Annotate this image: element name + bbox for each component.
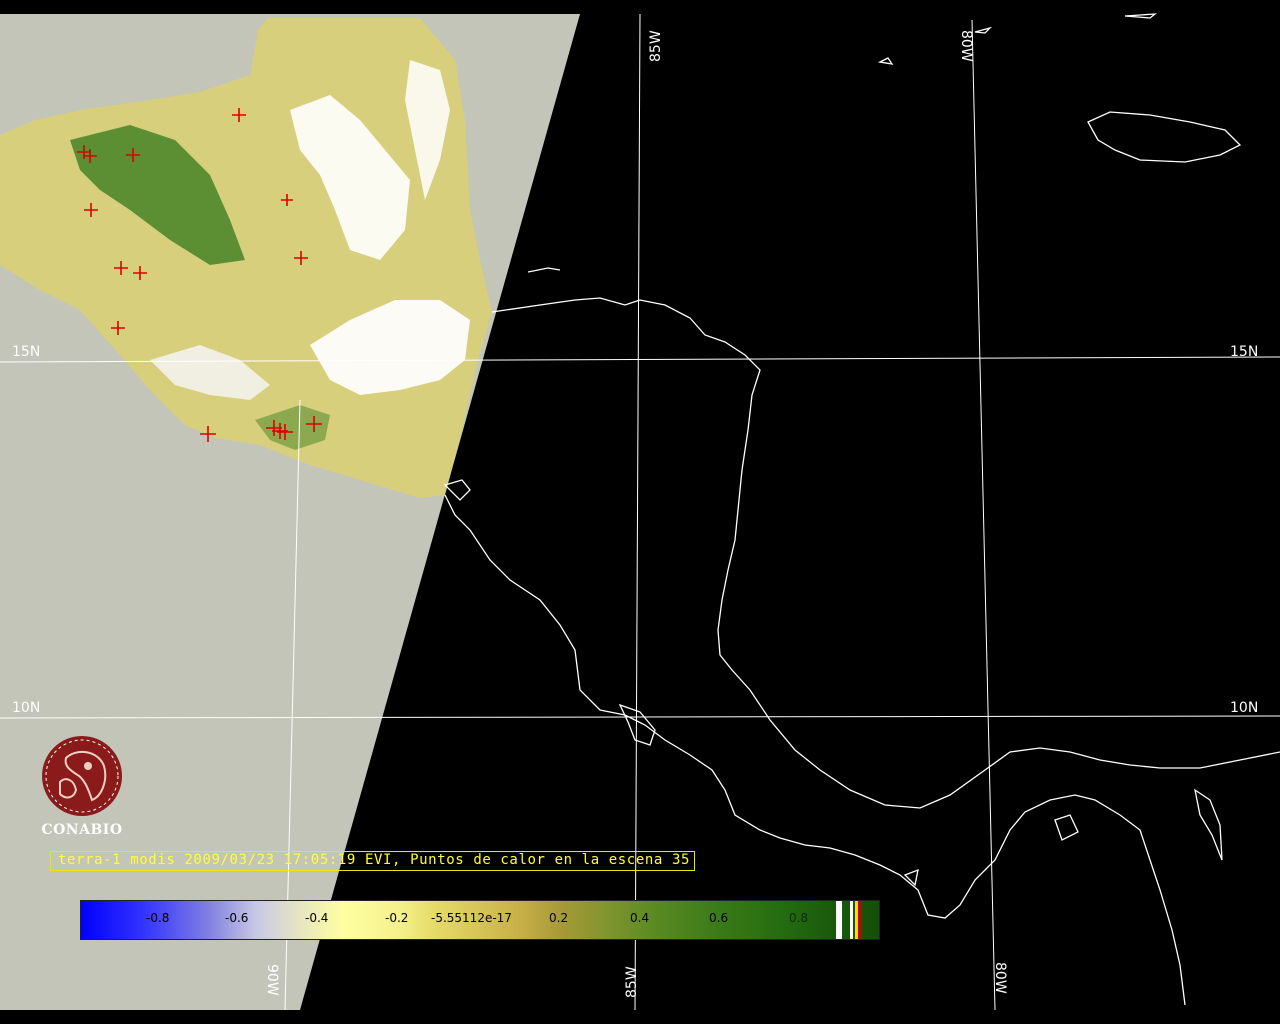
colorbar-white-band bbox=[836, 901, 842, 939]
coastline-honduras-nicaragua bbox=[491, 297, 1280, 809]
coastline-nicoya bbox=[618, 703, 656, 746]
coastline-gulf-fonseca bbox=[443, 479, 471, 501]
conabio-logo: CONABIO bbox=[36, 736, 128, 838]
colorbar-tick: -0.2 bbox=[385, 911, 409, 925]
lon-label-90w-bottom: 90W bbox=[264, 964, 280, 996]
coastline-islet-c bbox=[903, 868, 919, 887]
coastline-islet-b bbox=[1054, 814, 1079, 841]
lat-label-10n-left: 10N bbox=[12, 700, 40, 716]
colorbar-tick: 0.4 bbox=[630, 911, 650, 925]
colorbar-tick: 0.6 bbox=[709, 911, 729, 925]
lon-label-85w-top: 85W bbox=[648, 30, 664, 62]
coastline-islet-a bbox=[877, 57, 894, 65]
colorbar-tick: -0.8 bbox=[146, 911, 170, 925]
colorbar-tick: -0.4 bbox=[305, 911, 329, 925]
lon-label-80w-bottom: 80W bbox=[992, 962, 1008, 994]
map-viewer: 15N 15N 10N 10N 85W 80W 90W 85W 80W CONA… bbox=[0, 0, 1280, 1024]
coastline-panama-east bbox=[1194, 788, 1223, 861]
colorbar-tick: -0.6 bbox=[225, 911, 249, 925]
lat-label-15n-right: 15N bbox=[1230, 344, 1258, 360]
graticule-line-80w bbox=[971, 19, 996, 1011]
coastline-jamaica bbox=[1087, 111, 1242, 163]
colorbar-tick: -5.55112e-17 bbox=[431, 911, 512, 925]
colorbar-tick: 0.8 bbox=[789, 911, 809, 925]
coastline-cayman bbox=[974, 26, 993, 34]
colorbar-white-band-2 bbox=[850, 901, 853, 939]
lon-label-80w-top: 80W bbox=[958, 30, 974, 62]
colorbar-tick: 0.2 bbox=[549, 911, 569, 925]
scene-caption: terra-1 modis 2009/03/23 17:05:19 EVI, P… bbox=[58, 852, 691, 868]
parrot-seal-icon bbox=[42, 736, 122, 816]
lat-label-10n-right: 10N bbox=[1230, 700, 1258, 716]
lon-label-85w-bottom: 85W bbox=[624, 966, 640, 998]
coastline-island-north bbox=[1124, 13, 1158, 19]
logo-name: CONABIO bbox=[41, 822, 123, 838]
colorbar-red-band bbox=[858, 901, 861, 939]
lat-label-15n-left: 15N bbox=[12, 344, 40, 360]
coastline-bay-islands bbox=[527, 267, 561, 273]
